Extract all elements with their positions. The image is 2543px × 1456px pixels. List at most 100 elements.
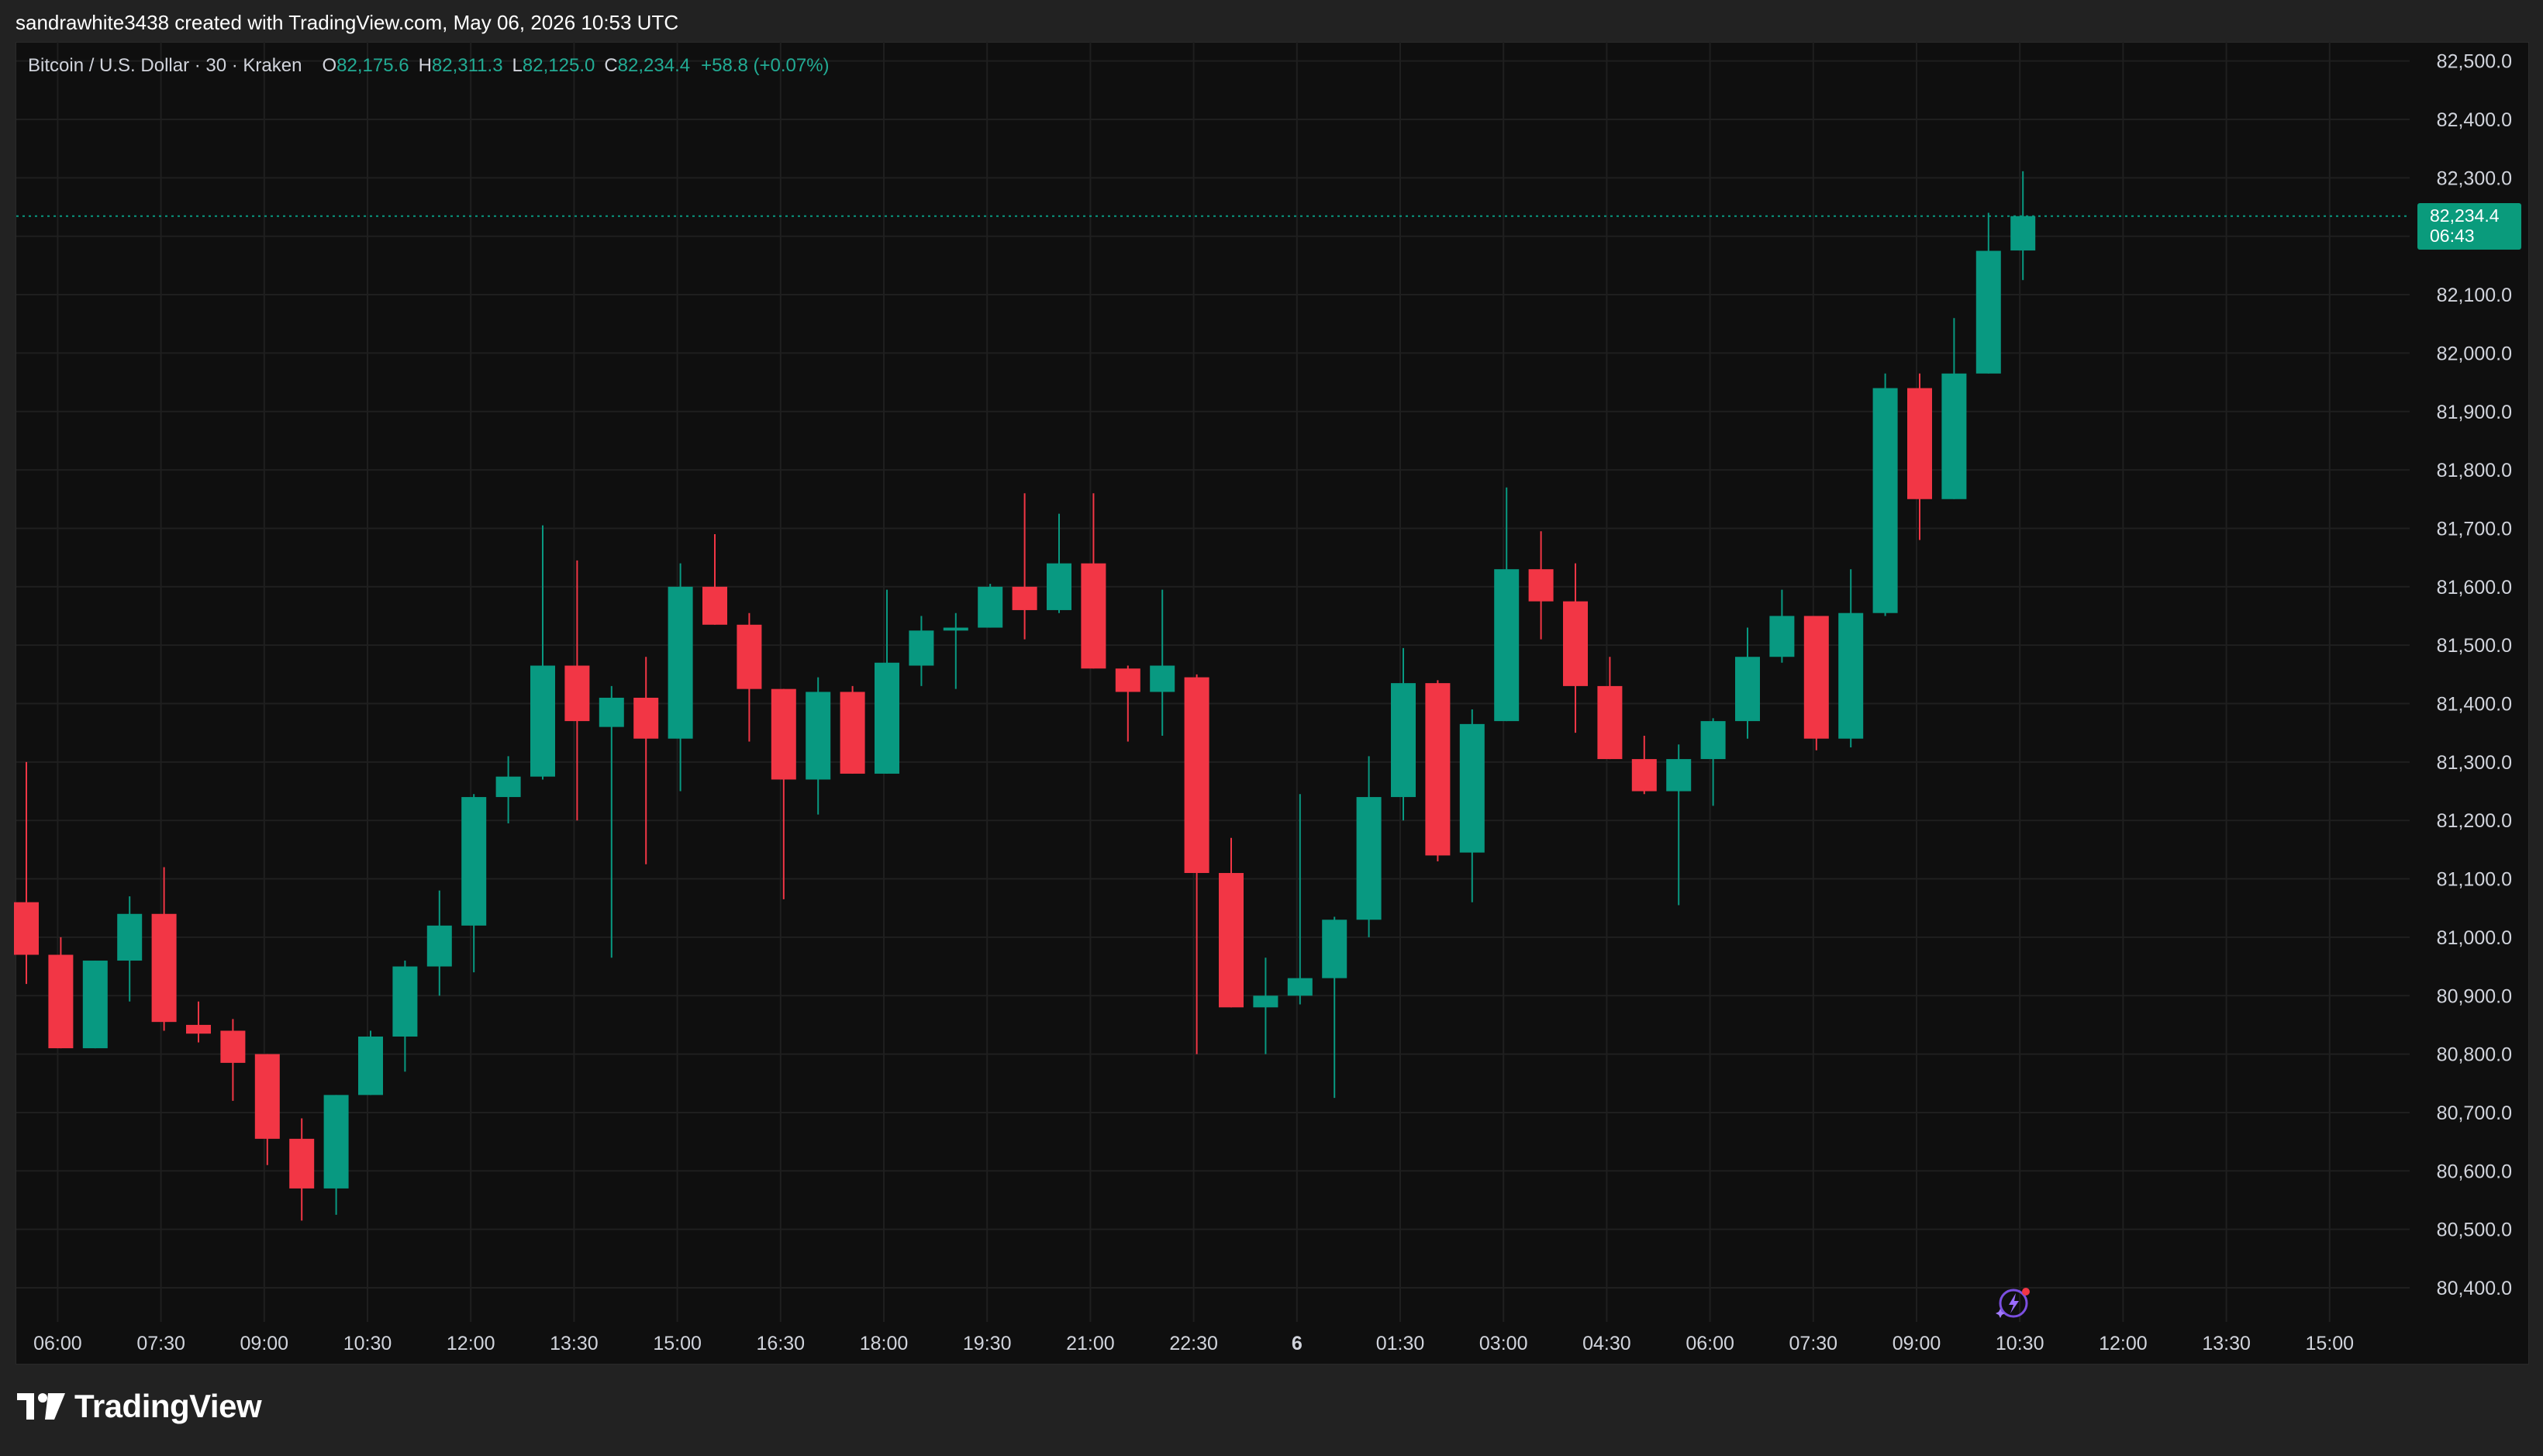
open-key: O bbox=[322, 55, 337, 76]
low-key: L bbox=[512, 55, 523, 76]
price-tick-label: 82,000.0 bbox=[2437, 343, 2512, 364]
candle-body bbox=[1975, 250, 2001, 374]
candle-body bbox=[1253, 995, 1278, 1008]
candle-body bbox=[82, 961, 108, 1049]
candle bbox=[1459, 709, 1485, 902]
candle-body bbox=[1494, 569, 1520, 722]
candle-body bbox=[1150, 665, 1175, 692]
low-value: 82,125.0 bbox=[522, 55, 595, 76]
candle-body bbox=[1666, 759, 1692, 792]
candle-body bbox=[840, 692, 865, 774]
price-tick-label: 81,200.0 bbox=[2437, 810, 2512, 832]
candle-body bbox=[875, 662, 899, 774]
price-tick-label: 82,500.0 bbox=[2437, 51, 2512, 73]
candle-body bbox=[426, 925, 452, 967]
candle bbox=[426, 890, 452, 996]
high-value: 82,311.3 bbox=[431, 55, 503, 76]
tradingview-logo-icon bbox=[17, 1393, 65, 1420]
time-tick-label: 13:30 bbox=[550, 1333, 599, 1354]
time-tick-label: 04:30 bbox=[1582, 1333, 1631, 1354]
candle bbox=[151, 867, 177, 1031]
candle bbox=[495, 756, 521, 823]
candle bbox=[1322, 916, 1347, 1099]
candle-body bbox=[599, 697, 624, 727]
candle-body bbox=[737, 624, 762, 689]
candle-body bbox=[1941, 373, 1967, 499]
time-tick-label: 15:00 bbox=[653, 1333, 702, 1354]
price-tick-label: 81,400.0 bbox=[2437, 694, 2512, 716]
last-price-tag: 82,234.4 06:43 bbox=[2417, 203, 2521, 250]
bar-countdown: 06:43 bbox=[2430, 226, 2475, 246]
time-tick-label: 10:30 bbox=[343, 1333, 392, 1354]
candle-body bbox=[254, 1054, 280, 1139]
time-tick-label: 15:00 bbox=[2306, 1333, 2355, 1354]
candle bbox=[909, 616, 934, 686]
time-tick-label: 21:00 bbox=[1066, 1333, 1115, 1354]
price-tick-label: 81,700.0 bbox=[2437, 518, 2512, 540]
time-tick-label: 03:00 bbox=[1479, 1333, 1528, 1354]
candle-body bbox=[1563, 601, 1588, 686]
candle bbox=[771, 688, 796, 899]
price-tick-label: 80,900.0 bbox=[2437, 985, 2512, 1007]
time-tick-label: 10:30 bbox=[1996, 1333, 2044, 1354]
time-tick-label: 07:30 bbox=[136, 1333, 185, 1354]
candle bbox=[117, 896, 143, 1002]
candle-body bbox=[1700, 721, 1726, 760]
time-tick-label: 09:00 bbox=[240, 1333, 289, 1354]
candle-body bbox=[495, 776, 521, 798]
price-tick-label: 80,500.0 bbox=[2437, 1220, 2512, 1241]
time-axis[interactable]: 06:00 07:30 09:00 10:30 12:00 13:30 15:00 16:30… bbox=[33, 1333, 2354, 1354]
candle-body bbox=[668, 586, 693, 739]
price-tick-label: 81,000.0 bbox=[2437, 927, 2512, 949]
candle bbox=[461, 794, 487, 973]
symbol-title: Bitcoin / U.S. Dollar · 30 · Kraken bbox=[28, 55, 302, 76]
candle-body bbox=[1459, 723, 1485, 853]
candle-body bbox=[1735, 657, 1760, 722]
chart-grid bbox=[16, 42, 2410, 1322]
candle bbox=[1563, 563, 1588, 733]
candle-body bbox=[530, 665, 555, 777]
candle-body bbox=[392, 966, 418, 1037]
candle bbox=[840, 685, 865, 774]
candle bbox=[564, 560, 590, 821]
candle-body bbox=[1047, 563, 1071, 610]
change-value: +58.8 (+0.07%) bbox=[701, 55, 830, 76]
candle-body bbox=[151, 913, 177, 1023]
candle bbox=[1219, 837, 1244, 1008]
sparkle-icon[interactable] bbox=[1996, 1285, 2031, 1321]
candle-body bbox=[1391, 683, 1416, 798]
candle-body bbox=[1287, 978, 1313, 996]
candle bbox=[1528, 531, 1554, 640]
candle bbox=[1012, 493, 1037, 640]
candle bbox=[323, 1095, 349, 1215]
candle-body bbox=[1425, 683, 1451, 856]
candle bbox=[1597, 657, 1623, 760]
time-tick-label: 6 bbox=[1292, 1333, 1303, 1354]
time-tick-label: 01:30 bbox=[1376, 1333, 1425, 1354]
candle-body bbox=[117, 913, 143, 961]
candle bbox=[289, 1118, 315, 1221]
candle bbox=[1150, 589, 1175, 736]
candle bbox=[186, 1001, 211, 1043]
price-tick-label: 82,400.0 bbox=[2437, 109, 2512, 131]
candle bbox=[943, 612, 968, 689]
candle-body bbox=[1322, 919, 1347, 978]
candle bbox=[1735, 627, 1760, 739]
last-price-value: 82,234.4 bbox=[2430, 205, 2500, 226]
close-value: 82,234.4 bbox=[617, 55, 691, 76]
candle-body bbox=[564, 665, 590, 722]
candlestick-chart[interactable]: 80,400.0 80,500.0 80,600.0 80,700.0 80,800.0… bbox=[0, 0, 2543, 1456]
candle-body bbox=[2010, 216, 2036, 251]
candle-body bbox=[1184, 677, 1209, 874]
candle bbox=[1253, 957, 1278, 1054]
candle-body bbox=[1528, 569, 1554, 602]
price-tick-label: 80,800.0 bbox=[2437, 1044, 2512, 1066]
candle-body bbox=[1115, 668, 1140, 692]
candle-body bbox=[771, 688, 796, 780]
candle bbox=[1356, 756, 1382, 937]
candle bbox=[1769, 589, 1795, 663]
candle bbox=[1494, 487, 1520, 722]
price-tick-label: 80,400.0 bbox=[2437, 1278, 2512, 1299]
time-tick-label: 16:30 bbox=[757, 1333, 806, 1354]
price-tick-label: 81,500.0 bbox=[2437, 635, 2512, 657]
